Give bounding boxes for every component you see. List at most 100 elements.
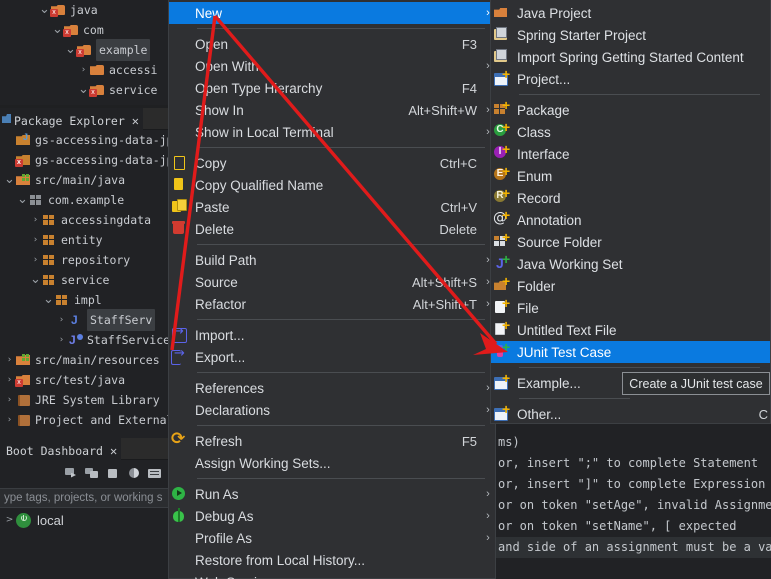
- menu-item-assign-working-sets[interactable]: Assign Working Sets...: [169, 452, 495, 474]
- restart-icon[interactable]: [85, 467, 99, 480]
- close-icon[interactable]: ✕: [110, 444, 117, 458]
- menu-item-refresh[interactable]: Refresh F5: [169, 429, 495, 452]
- menu-item-profile-as[interactable]: Profile As ›: [169, 527, 495, 549]
- open-console-icon[interactable]: [148, 467, 162, 480]
- tree-row[interactable]: › JRE System Library: [0, 390, 168, 410]
- chevron-right-icon[interactable]: ›: [78, 65, 89, 75]
- context-menu[interactable]: New › Open F3 Open With › Open Type Hierarchy F…: [168, 0, 496, 579]
- tree-row[interactable]: › StaffService: [0, 330, 168, 350]
- tree-row[interactable]: › accessi: [0, 60, 168, 80]
- tree-row[interactable]: › src/test/java: [0, 370, 168, 390]
- package-explorer-tree[interactable]: · gs-accessing-data-jpa · gs-accessing-data…: [0, 130, 168, 430]
- boot-dashboard-row-local[interactable]: > local: [0, 508, 168, 532]
- menu-item-build-path[interactable]: Build Path ›: [169, 249, 495, 271]
- submenu-item-import-spring-getting-started-content[interactable]: Import Spring Getting Started Content: [491, 46, 770, 68]
- chevron-down-icon[interactable]: ⌄: [78, 83, 89, 96]
- tree-row[interactable]: › Project and External: [0, 410, 168, 430]
- tree-row[interactable]: ⌄ com.example: [0, 190, 168, 210]
- submenu-item-other[interactable]: Other... C: [491, 401, 770, 425]
- menu-item-refactor[interactable]: Refactor Alt+Shift+T ›: [169, 293, 495, 315]
- chevron-down-icon[interactable]: ⌄: [39, 3, 50, 16]
- menu-item-open-type-hierarchy[interactable]: Open Type Hierarchy F4: [169, 77, 495, 99]
- submenu-item-interface[interactable]: Interface: [491, 141, 770, 165]
- tree-row[interactable]: · gs-accessing-data-jpa: [0, 150, 168, 170]
- problem-row[interactable]: or on token "setAge", invalid Assignment: [496, 495, 771, 516]
- menu-item-run-as[interactable]: Run As ›: [169, 483, 495, 505]
- submenu-item-class[interactable]: Class: [491, 119, 770, 143]
- problem-row[interactable]: or, insert "]" to complete Expression: [496, 474, 771, 495]
- new-submenu[interactable]: Java Project Spring Starter Project Import…: [490, 0, 771, 424]
- submenu-item-project[interactable]: Project...: [491, 66, 770, 90]
- tree-row[interactable]: ⌄ impl: [0, 290, 168, 310]
- submenu-item-junit-test-case[interactable]: JUnit Test Case: [491, 339, 770, 363]
- menu-item-restore-from-local-history[interactable]: Restore from Local History...: [169, 549, 495, 571]
- submenu-item-annotation[interactable]: Annotation: [491, 207, 770, 231]
- chevron-down-icon[interactable]: ⌄: [52, 23, 63, 36]
- chevron-right-icon[interactable]: ›: [4, 395, 15, 405]
- chevron-down-icon[interactable]: ⌄: [30, 273, 41, 286]
- problem-row[interactable]: and side of an assignment must be a vari: [496, 537, 771, 558]
- menu-item-references[interactable]: References ›: [169, 377, 495, 399]
- tree-row[interactable]: ⌄ src/main/java: [0, 170, 168, 190]
- submenu-item-folder[interactable]: Folder: [491, 273, 770, 297]
- tree-row[interactable]: › StaffServ: [0, 309, 168, 331]
- menu-item-copy[interactable]: Copy Ctrl+C: [169, 152, 495, 174]
- menu-item-web-services[interactable]: Web Services›: [169, 571, 495, 579]
- menu-item-debug-as[interactable]: Debug As ›: [169, 505, 495, 527]
- tree-row[interactable]: ⌄ com: [0, 20, 168, 40]
- menu-item-delete[interactable]: Delete Delete: [169, 218, 495, 240]
- chevron-right-icon[interactable]: ›: [30, 235, 41, 245]
- submenu-item-package[interactable]: Package: [491, 97, 770, 121]
- tab-boot-dashboard[interactable]: Boot Dashboard ✕: [0, 438, 122, 460]
- tree-row[interactable]: · gs-accessing-data-jpa: [0, 130, 168, 150]
- menu-item-source[interactable]: Source Alt+Shift+S ›: [169, 271, 495, 293]
- tree-row[interactable]: ⌄ service: [0, 270, 168, 290]
- menu-item-paste[interactable]: Paste Ctrl+V: [169, 196, 495, 218]
- menu-item-open-with[interactable]: Open With ›: [169, 55, 495, 77]
- chevron-right-icon[interactable]: ›: [4, 415, 15, 425]
- menu-item-open[interactable]: Open F3: [169, 33, 495, 55]
- submenu-item-enum[interactable]: Enum: [491, 163, 770, 187]
- close-icon[interactable]: ✕: [132, 114, 139, 128]
- problem-row[interactable]: ms): [496, 432, 771, 453]
- tree-row[interactable]: ⌄ java: [0, 0, 168, 20]
- tree-row[interactable]: › entity: [0, 230, 168, 250]
- chevron-down-icon[interactable]: ⌄: [65, 43, 76, 56]
- submenu-item-file[interactable]: File: [491, 295, 770, 319]
- tree-row[interactable]: › repository: [0, 250, 168, 270]
- chevron-right-icon[interactable]: ›: [30, 255, 41, 265]
- submenu-item-java-project[interactable]: Java Project: [491, 2, 770, 24]
- menu-item-export[interactable]: Export...: [169, 346, 495, 368]
- chevron-down-icon[interactable]: ⌄: [4, 173, 15, 186]
- submenu-item-untitled-text-file[interactable]: Untitled Text File: [491, 317, 770, 341]
- chevron-right-icon[interactable]: ›: [30, 215, 41, 225]
- problems-view[interactable]: ms) or, insert ";" to complete Statement o…: [496, 424, 771, 579]
- tree-row[interactable]: ⌄ service: [0, 80, 168, 100]
- submenu-item-spring-starter-project[interactable]: Spring Starter Project: [491, 24, 770, 46]
- submenu-item-source-folder[interactable]: Source Folder: [491, 229, 770, 253]
- menu-item-new[interactable]: New ›: [169, 2, 495, 24]
- submenu-item-record[interactable]: Record: [491, 185, 770, 209]
- chevron-right-icon[interactable]: ›: [4, 355, 15, 365]
- chevron-right-icon[interactable]: ›: [4, 375, 15, 385]
- chevron-down-icon[interactable]: ⌄: [43, 293, 54, 306]
- menu-item-show-in[interactable]: Show In Alt+Shift+W ›: [169, 99, 495, 121]
- toggle-devtools-icon[interactable]: [127, 467, 141, 480]
- menu-item-declarations[interactable]: Declarations ›: [169, 399, 495, 421]
- chevron-right-icon[interactable]: ›: [56, 315, 67, 325]
- tree-row[interactable]: › src/main/resources: [0, 350, 168, 370]
- problem-row[interactable]: or, insert ";" to complete Statement: [496, 453, 771, 474]
- tree-row[interactable]: › accessingdata: [0, 210, 168, 230]
- boot-dashboard-filter-input[interactable]: ype tags, projects, or working s: [0, 488, 168, 508]
- menu-item-import[interactable]: Import...: [169, 324, 495, 346]
- tab-package-explorer[interactable]: Package Explorer ✕: [0, 108, 144, 130]
- problem-row[interactable]: or on token "setName", [ expected: [496, 516, 771, 537]
- tree-row[interactable]: ⌄ example: [0, 39, 168, 61]
- chevron-right-icon[interactable]: ›: [56, 335, 67, 345]
- submenu-item-java-working-set[interactable]: Java Working Set: [491, 251, 770, 275]
- start-icon[interactable]: [64, 467, 78, 480]
- stop-icon[interactable]: [106, 467, 120, 480]
- chevron-right-icon[interactable]: >: [4, 515, 15, 525]
- menu-item-copy-qualified-name[interactable]: Copy Qualified Name: [169, 174, 495, 196]
- menu-item-show-in-local-terminal[interactable]: Show in Local Terminal ›: [169, 121, 495, 143]
